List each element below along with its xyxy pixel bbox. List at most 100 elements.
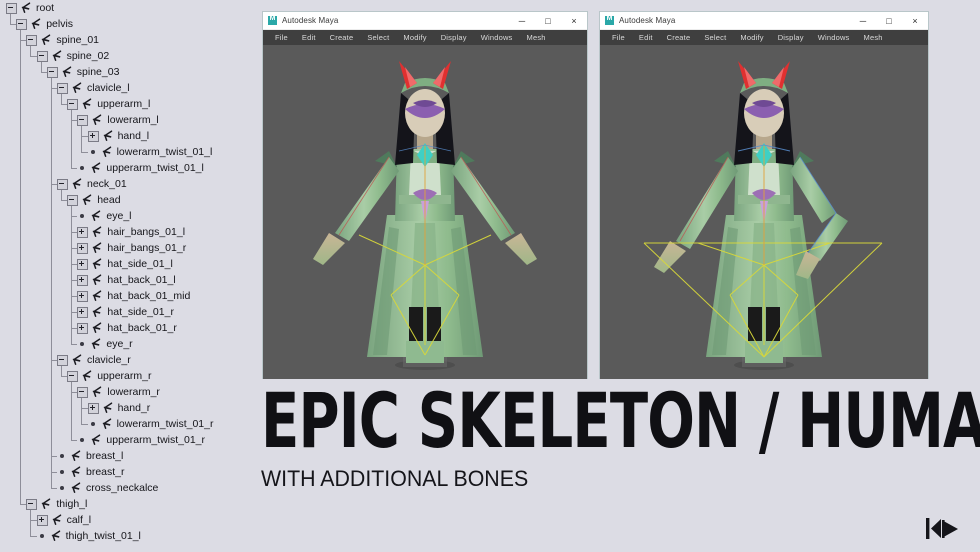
collapse-icon[interactable] (26, 34, 38, 46)
outliner-row[interactable]: head (67, 192, 121, 208)
minimize-icon[interactable]: ─ (850, 12, 876, 29)
expand-icon[interactable] (77, 306, 89, 318)
bone-joint-icon (51, 50, 61, 61)
collapse-icon[interactable] (67, 370, 79, 382)
outliner-row[interactable]: eye_l (77, 208, 132, 224)
menu-item-select[interactable]: Select (360, 33, 396, 42)
outliner-row[interactable]: neck_01 (57, 176, 127, 192)
outliner-row[interactable]: spine_03 (46, 64, 119, 80)
expand-icon[interactable] (87, 130, 99, 142)
outliner-row[interactable]: root (6, 0, 54, 16)
outliner-row[interactable]: breast_r (57, 464, 125, 480)
outliner-row[interactable]: hand_l (87, 128, 149, 144)
collapse-icon[interactable] (67, 194, 79, 206)
collapse-icon[interactable] (16, 18, 28, 30)
outliner-row[interactable]: hat_back_01_mid (77, 288, 190, 304)
menu-item-select[interactable]: Select (697, 33, 733, 42)
outliner-row[interactable]: upperarm_twist_01_r (77, 432, 205, 448)
outliner-row[interactable]: hat_side_01_l (77, 256, 173, 272)
expand-icon[interactable] (77, 274, 89, 286)
menu-item-display[interactable]: Display (771, 33, 811, 42)
collapse-icon[interactable] (77, 386, 89, 398)
menu-item-file[interactable]: File (605, 33, 632, 42)
outliner-row[interactable]: clavicle_l (57, 80, 130, 96)
menu-item-mesh[interactable]: Mesh (857, 33, 890, 42)
maya-window-right[interactable]: Autodesk Maya ─ □ × FileEditCreateSelect… (600, 12, 928, 379)
title-bar[interactable]: Autodesk Maya ─ □ × (263, 12, 587, 30)
outliner-row[interactable]: hand_r (87, 400, 150, 416)
outliner-row[interactable]: thigh_twist_01_l (37, 528, 141, 544)
collapse-icon[interactable] (57, 178, 68, 190)
minimize-icon[interactable]: ─ (509, 12, 535, 29)
skeleton-outliner-panel[interactable]: root pelvis spine_01 spine_02 spine_03 clavic… (0, 0, 262, 552)
outliner-row[interactable]: upperarm_r (67, 368, 151, 384)
expand-icon[interactable] (87, 402, 99, 414)
close-icon[interactable]: × (561, 12, 587, 29)
outliner-row[interactable]: clavicle_r (57, 352, 131, 368)
title-bar[interactable]: Autodesk Maya ─ □ × (600, 12, 928, 30)
collapse-icon[interactable] (77, 114, 89, 126)
menu-item-mesh[interactable]: Mesh (520, 33, 553, 42)
outliner-row[interactable]: cross_neckalce (57, 480, 158, 496)
outliner-row[interactable]: hat_side_01_r (77, 304, 174, 320)
menu-bar[interactable]: File Edit Create Select Modify Display Windows… (263, 30, 587, 45)
collapse-icon[interactable] (46, 66, 58, 78)
collapse-icon[interactable] (36, 50, 48, 62)
expand-icon[interactable] (77, 242, 89, 254)
collapse-icon[interactable] (67, 98, 79, 110)
window-title: Autodesk Maya (619, 16, 676, 25)
outliner-row[interactable]: pelvis (16, 16, 73, 32)
menu-item-windows[interactable]: Windows (474, 33, 520, 42)
menu-item-create[interactable]: Create (323, 33, 361, 42)
expand-icon[interactable] (77, 226, 89, 238)
expand-icon[interactable] (36, 514, 48, 526)
outliner-row[interactable]: upperarm_l (67, 96, 150, 112)
maya-window-left[interactable]: Autodesk Maya ─ □ × FileEditCreateSelect… (263, 12, 587, 379)
menu-item-file[interactable]: File (268, 33, 295, 42)
outliner-row[interactable]: eye_r (77, 336, 133, 352)
outliner-row[interactable]: breast_l (57, 448, 123, 464)
menu-bar[interactable]: File Edit Create Select Modify Display Windows… (600, 30, 928, 45)
outliner-row[interactable]: calf_l (36, 512, 92, 528)
collapse-icon[interactable] (57, 354, 68, 366)
bone-joint-icon (82, 98, 92, 109)
bone-joint-icon (72, 82, 82, 93)
outliner-row[interactable]: thigh_l (26, 496, 87, 512)
close-icon[interactable]: × (902, 12, 928, 29)
collapse-icon[interactable] (6, 2, 17, 14)
expand-icon[interactable] (77, 258, 89, 270)
expand-icon[interactable] (77, 322, 89, 334)
viewport-3d[interactable] (600, 45, 928, 379)
tree-leaf-dot-icon (80, 438, 85, 442)
outliner-row[interactable]: spine_01 (26, 32, 99, 48)
outliner-row[interactable]: hat_back_01_l (77, 272, 176, 288)
bone-joint-icon (51, 514, 61, 525)
outliner-row[interactable]: lowerarm_l (77, 112, 159, 128)
outliner-row[interactable]: spine_02 (36, 48, 109, 64)
menu-item-edit[interactable]: Edit (295, 33, 323, 42)
outliner-row[interactable]: lowerarm_r (77, 384, 160, 400)
viewport-3d[interactable] (263, 45, 587, 379)
menu-item-edit[interactable]: Edit (632, 33, 660, 42)
bone-joint-icon (92, 386, 102, 397)
bone-joint-icon (41, 34, 51, 45)
maximize-icon[interactable]: □ (876, 12, 902, 29)
outliner-row[interactable]: upperarm_twist_01_l (77, 160, 204, 176)
menu-item-windows[interactable]: Windows (811, 33, 857, 42)
menu-item-modify[interactable]: Modify (733, 33, 770, 42)
outliner-row[interactable]: lowerarm_twist_01_r (88, 416, 213, 432)
menu-item-modify[interactable]: Modify (396, 33, 433, 42)
outliner-row[interactable]: hair_bangs_01_r (77, 240, 186, 256)
outliner-row[interactable]: hat_back_01_r (77, 320, 177, 336)
tree-leaf-dot-icon (90, 422, 95, 426)
main-title: EPIC SKELETON / HUMANOID RIG (261, 376, 980, 465)
expand-icon[interactable] (77, 290, 89, 302)
outliner-row[interactable]: hair_bangs_01_l (77, 224, 185, 240)
outliner-row-label: calf_l (66, 514, 92, 526)
menu-item-display[interactable]: Display (434, 33, 474, 42)
collapse-icon[interactable] (57, 82, 68, 94)
maximize-icon[interactable]: □ (535, 12, 561, 29)
menu-item-create[interactable]: Create (660, 33, 698, 42)
outliner-row[interactable]: lowerarm_twist_01_l (88, 144, 212, 160)
collapse-icon[interactable] (26, 498, 38, 510)
